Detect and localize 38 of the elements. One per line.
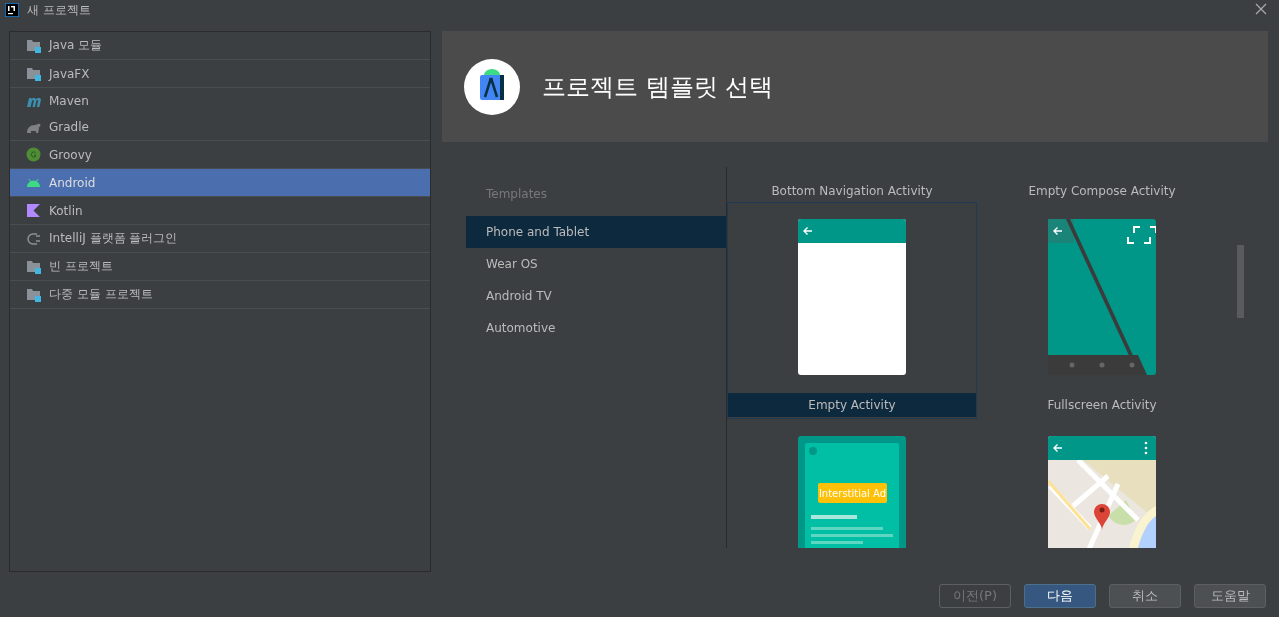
project-type-item[interactable]: Java 모듈 <box>10 32 430 59</box>
groovy-icon <box>26 147 41 162</box>
kotlin-icon <box>26 203 41 218</box>
close-icon[interactable] <box>1255 3 1267 15</box>
project-type-item[interactable]: 다중 모듈 프로젝트 <box>10 281 430 308</box>
project-type-item[interactable]: IntelliJ 플랫폼 플러그인 <box>10 225 430 252</box>
module-folder-icon <box>26 38 41 53</box>
dialog-button[interactable]: 취소 <box>1109 584 1181 608</box>
template-card[interactable]: Fullscreen Activity <box>977 202 1227 419</box>
project-type-item[interactable]: Groovy <box>10 141 430 168</box>
plug-icon <box>26 231 41 246</box>
dialog-button[interactable]: 다음 <box>1024 584 1096 608</box>
module-folder-icon <box>26 287 41 302</box>
project-type-item[interactable]: Kotlin <box>10 197 430 224</box>
template-caption: Empty Activity <box>808 398 896 412</box>
project-type-item[interactable]: Android <box>10 169 430 196</box>
template-caption: Fullscreen Activity <box>1047 398 1157 412</box>
dialog-button[interactable]: 도움말 <box>1194 584 1266 608</box>
project-type-item[interactable]: Gradle <box>10 114 430 140</box>
category-heading: Templates <box>485 187 548 203</box>
android-studio-logo-icon <box>464 58 520 115</box>
app-logo-icon <box>5 3 19 17</box>
project-type-item[interactable]: JavaFX <box>10 60 430 87</box>
module-folder-icon <box>26 259 41 274</box>
template-caption: Empty Compose Activity <box>1028 183 1176 200</box>
window-title: 새 프로젝트 <box>27 1 91 19</box>
project-type-item[interactable]: 빈 프로젝트 <box>10 253 430 280</box>
header-title: 프로젝트 템플릿 선택 <box>542 71 774 103</box>
category-item[interactable]: Android TV <box>466 280 726 312</box>
template-card[interactable]: Empty Activity <box>727 202 977 419</box>
ad-label: Interstitial Ad <box>818 488 887 499</box>
category-item[interactable]: Phone and Tablet <box>466 216 726 248</box>
template-caption: Bottom Navigation Activity <box>771 183 933 200</box>
category-item[interactable]: Automotive <box>466 312 726 344</box>
module-folder-icon <box>26 66 41 81</box>
category-item[interactable]: Wear OS <box>466 248 726 280</box>
project-type-item[interactable]: Maven <box>10 88 430 114</box>
scrollbar-thumb[interactable] <box>1237 245 1244 318</box>
